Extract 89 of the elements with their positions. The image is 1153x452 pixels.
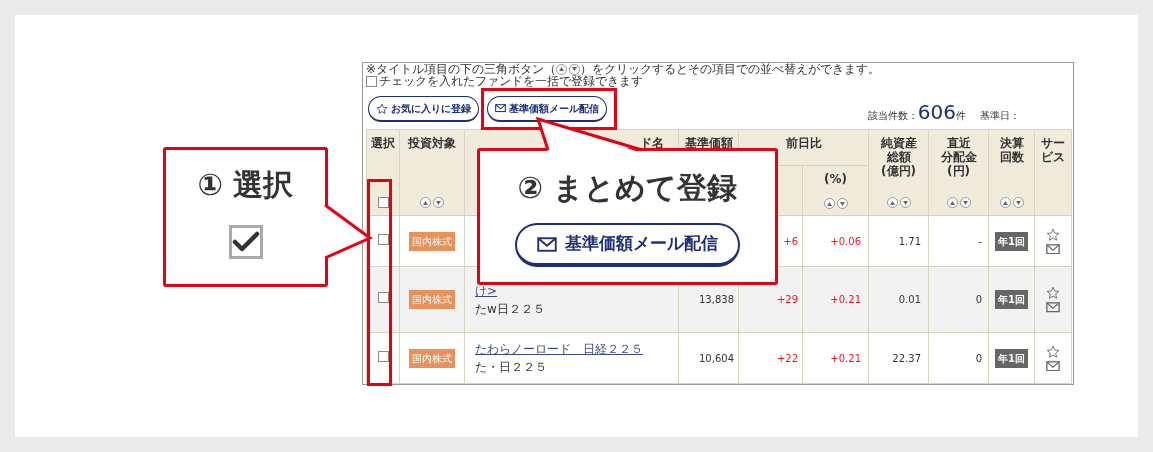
column-header: 基準価額 (684, 136, 733, 150)
star-icon (376, 102, 388, 115)
change-percent: +0.21 (830, 294, 861, 305)
triangle-up-icon (889, 200, 895, 205)
net-assets: 1.71 (898, 235, 921, 247)
settlement-tag: 年1回 (995, 231, 1028, 251)
settlement-tag: 年1回 (995, 348, 1028, 368)
checkbox[interactable] (377, 292, 389, 303)
distribution: 0 (975, 294, 982, 305)
sort-hint-text: ※タイトル項目の下の三角ボタン（ (366, 63, 557, 75)
distribution: - (978, 235, 982, 247)
base-date-label: 基準日： (980, 109, 1020, 123)
change-value: +6 (783, 235, 798, 247)
column-header: ド名 (640, 136, 664, 150)
mail-icon (537, 236, 557, 252)
column-header: 前日比 (785, 136, 822, 150)
sort-down-button[interactable] (899, 197, 911, 208)
base-price: 10,604 (699, 352, 734, 364)
category-tag: 国内株式 (409, 348, 455, 368)
base-price: 13,838 (699, 294, 734, 305)
settlement-tag: 年1回 (995, 290, 1028, 309)
sort-down-button[interactable] (569, 63, 581, 75)
sort-up-button[interactable] (999, 197, 1011, 208)
sort-up-button[interactable] (556, 63, 568, 75)
column-header: 投資対象 (408, 136, 456, 150)
callout-title: ① 選択 (197, 170, 294, 200)
mail-icon (1046, 243, 1060, 255)
change-percent: +0.21 (830, 352, 861, 364)
triangle-down-icon (1015, 200, 1021, 205)
triangle-up-icon (559, 67, 565, 71)
column-header: 回数 (999, 150, 1024, 164)
triangle-up-icon (949, 200, 955, 205)
mail-icon (1046, 302, 1060, 313)
favorite-button[interactable]: お気に入りに登録 (368, 96, 479, 122)
fund-short-name: た・日２２５ (475, 359, 547, 376)
star-icon (1046, 227, 1060, 242)
net-assets: 0.01 (898, 294, 921, 305)
triangle-down-icon (902, 200, 908, 205)
column-header: 純資産 (880, 136, 917, 150)
column-header: サー (1041, 136, 1065, 150)
sort-up-button[interactable] (946, 197, 958, 208)
mail-delivery-button[interactable]: 基準価額メール配信 (515, 223, 740, 267)
net-assets: 22.37 (892, 352, 921, 364)
fund-short-name: たw日２２５ (475, 300, 545, 318)
distribution: 0 (975, 352, 982, 364)
change-percent: +0.06 (830, 235, 861, 247)
result-count-label: 該当件数： (867, 109, 918, 123)
column-header: 選択 (371, 136, 395, 150)
triangle-up-icon (1002, 200, 1008, 205)
column-header: 決算 (999, 136, 1024, 150)
column-header: (億円) (881, 164, 916, 178)
sort-hint-text: ）をクリックするとその項目での並べ替えができます。 (580, 63, 881, 75)
sort-up-button[interactable] (420, 197, 431, 208)
checkbox[interactable] (377, 233, 389, 245)
fund-name-link[interactable]: け> (475, 281, 498, 300)
column-header: 分配金 (940, 150, 977, 164)
triangle-up-icon (423, 200, 428, 205)
mail-icon (1046, 360, 1060, 372)
star-icon (1046, 344, 1060, 359)
column-header: 総額 (886, 150, 911, 164)
fund-name-link[interactable]: たわらノーロード 日経２２５ (475, 340, 643, 358)
column-header: (%) (824, 172, 847, 186)
star-icon (1046, 286, 1060, 301)
category-tag: 国内株式 (409, 231, 455, 251)
column-header: 直近 (946, 136, 971, 150)
sort-down-button[interactable] (836, 198, 848, 209)
mail-icon (495, 104, 506, 113)
triangle-down-icon (436, 200, 441, 205)
result-count: 606 (917, 102, 956, 122)
change-value: +22 (776, 352, 798, 364)
category-tag: 国内株式 (409, 290, 455, 309)
sort-up-button[interactable] (823, 198, 835, 209)
triangle-down-icon (839, 201, 845, 206)
triangle-down-icon (962, 200, 968, 205)
sort-down-button[interactable] (1012, 197, 1024, 208)
result-count-unit: 件 (956, 110, 966, 123)
checkbox[interactable] (377, 350, 389, 362)
change-value: +29 (776, 294, 798, 305)
column-header: (円) (947, 164, 970, 178)
sort-up-button[interactable] (886, 197, 898, 208)
triangle-up-icon (826, 201, 832, 206)
callout-title: ② まとめて登録 (517, 173, 738, 203)
column-header: ビス (1041, 150, 1065, 164)
sort-down-button[interactable] (433, 197, 444, 208)
checkbox[interactable] (366, 76, 377, 87)
bulk-option-label: チェックを入れたファンドを一括で登録できます (379, 75, 643, 88)
triangle-down-icon (572, 67, 578, 71)
sort-down-button[interactable] (959, 197, 971, 208)
checkbox[interactable] (377, 197, 389, 208)
